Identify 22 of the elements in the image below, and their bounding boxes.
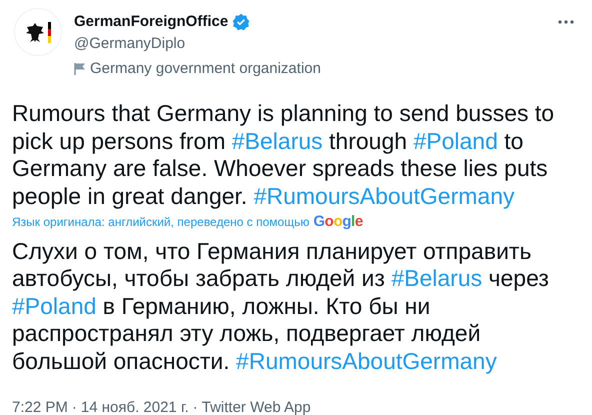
google-logo: Google <box>313 212 363 232</box>
tweet-date[interactable]: 14 нояб. 2021 г. <box>80 397 189 415</box>
hashtag-link[interactable]: #Poland <box>12 292 96 318</box>
author-name[interactable]: GermanForeignOffice <box>74 11 228 34</box>
hashtag-link[interactable]: #Belarus <box>232 128 323 154</box>
hashtag-link[interactable]: #Poland <box>413 128 498 154</box>
flag-icon <box>74 62 86 76</box>
hashtag-link[interactable]: #Belarus <box>391 265 482 291</box>
tweet-text: Слухи о том, что Германия планирует отправить автобусы, чтобы забрать людей из #Belarus через #Poland в Германию, ложны. Кто бы ни распространял эту ложь, подвергает людей большой опасности. #RumoursAboutGermany <box>12 238 550 375</box>
translation-note: Язык оригинала: английский, переведено с помощью <box>12 214 310 232</box>
hashtag-link[interactable]: #RumoursAboutGermany <box>254 182 514 208</box>
flag-icon <box>48 22 51 42</box>
author-handle[interactable]: @GermanyDiplo <box>74 34 546 54</box>
tweet-time[interactable]: 7:22 PM <box>12 397 68 415</box>
avatar[interactable] <box>14 8 62 56</box>
account-label: Germany government organization <box>90 58 321 78</box>
separator-dot: · <box>192 398 198 415</box>
separator-dot: · <box>72 398 77 415</box>
tweet-source[interactable]: Twitter Web App <box>202 397 311 415</box>
more-icon[interactable] <box>558 20 574 24</box>
tweet-text: Rumours that Germany is planning to send busses to pick up persons from #Belarus through #Poland to Germany are false. Whoever spreads these lies puts people in great danger. #RumoursAboutGermany <box>12 100 556 210</box>
hashtag-link[interactable]: #RumoursAboutGermany <box>236 348 497 374</box>
